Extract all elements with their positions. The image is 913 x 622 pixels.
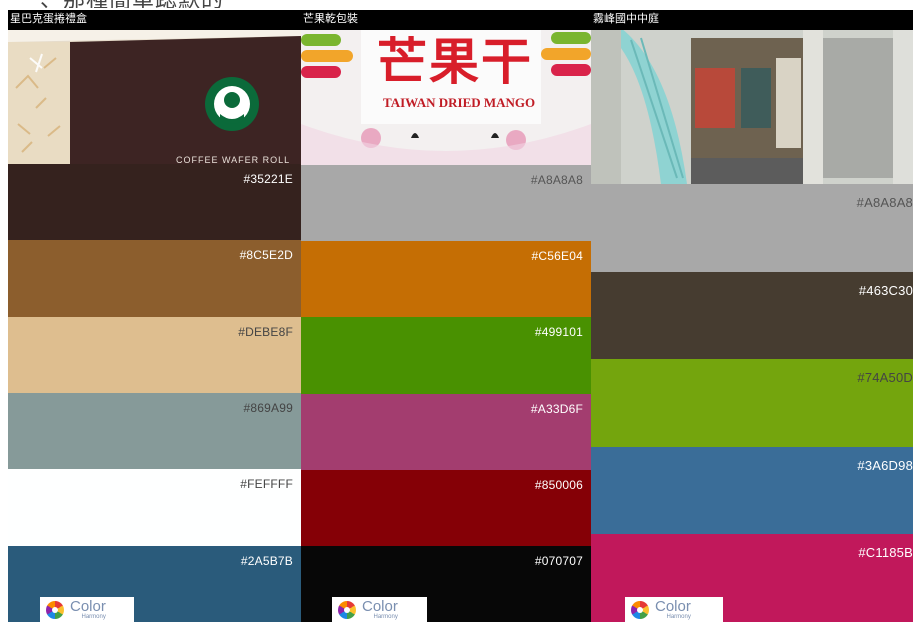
swatch-hex-label: #8C5E2D: [239, 248, 293, 263]
color-swatch[interactable]: #C56E04: [301, 241, 591, 318]
logo-word: Color: [655, 598, 691, 615]
swatch-hex-label: #499101: [534, 325, 583, 340]
swatch-hex-label: #869A99: [243, 400, 293, 415]
swatch-hex-label: #35221E: [243, 172, 293, 186]
color-swatch[interactable]: #499101: [301, 317, 591, 394]
panel-title: 霧峰國中中庭: [591, 10, 913, 30]
color-wheel-icon: [46, 600, 64, 619]
color-harmony-logo: Color Harmony: [40, 597, 134, 622]
top-caption: 、那種簡單跽默的: [40, 0, 224, 8]
color-wheel-icon: [338, 600, 356, 619]
color-swatch[interactable]: #A8A8A8: [591, 184, 913, 272]
color-wheel-icon: [631, 600, 649, 619]
swatch-hex-label: #A8A8A8: [856, 195, 913, 210]
color-swatch[interactable]: #74A50D: [591, 359, 913, 447]
color-harmony-logo: Color Harmony: [625, 597, 723, 622]
panel-title: 星巴克蛋捲禮盒: [8, 10, 301, 30]
panel-title: 芒果乾包裝: [301, 10, 591, 30]
color-swatch[interactable]: #A8A8A8: [301, 165, 591, 242]
color-swatch[interactable]: #3A6D98: [591, 446, 913, 535]
swatch-hex-label: #850006: [534, 477, 583, 492]
swatch-hex-label: #FEFFFF: [240, 477, 293, 492]
photo-label: COFFEE WAFER ROLL: [176, 155, 291, 164]
color-harmony-logo: Color Harmony: [332, 597, 427, 622]
swatch-hex-label: #A33D6F: [530, 401, 583, 416]
color-swatch[interactable]: #869A99: [8, 392, 301, 470]
palette-panel-mango: 芒果乾包裝 芒果干 TAIWAN DRIED MANGO #A8A8A8 #C56…: [301, 10, 591, 622]
swatch-list: #A8A8A8 #463C30 #74A50D #3A6D98 #C1185B: [591, 184, 913, 622]
swatch-list: #35221E #8C5E2D #DEBE8F #869A99 #FEFFFF #2A5B…: [8, 164, 301, 622]
color-swatch[interactable]: #463C30: [591, 271, 913, 360]
swatch-hex-label: #A8A8A8: [530, 173, 583, 187]
color-swatch[interactable]: #8C5E2D: [8, 240, 301, 317]
swatch-hex-label: #C56E04: [531, 249, 583, 264]
logo-word: Color: [362, 598, 398, 615]
color-swatch[interactable]: #DEBE8F: [8, 316, 301, 393]
swatch-hex-label: #070707: [534, 553, 583, 568]
swatch-hex-label: #2A5B7B: [240, 553, 293, 568]
photo-starbucks-box: [8, 28, 301, 164]
swatch-hex-label: #3A6D98: [857, 457, 913, 473]
swatch-hex-label: #74A50D: [857, 370, 913, 386]
swatch-hex-label: #C1185B: [858, 545, 913, 561]
swatch-list: #A8A8A8 #C56E04 #499101 #A33D6F #850006 #0707…: [301, 165, 591, 622]
source-photo[interactable]: COFFEE WAFER ROLL: [8, 28, 301, 164]
source-photo[interactable]: [591, 28, 913, 184]
swatch-hex-label: #DEBE8F: [238, 324, 293, 339]
page: 、那種簡單跽默的 星巴克蛋捲禮盒: [0, 0, 913, 622]
source-photo[interactable]: 芒果干 TAIWAN DRIED MANGO: [301, 28, 591, 165]
palette-panel-starbucks: 星巴克蛋捲禮盒 COFFEE WAFER ROLL #35221E #8C5E2…: [8, 10, 301, 622]
photo-courtyard: [591, 28, 913, 184]
photo-headline: 芒果干: [377, 32, 533, 91]
photo-label: TAIWAN DRIED MANGO: [383, 95, 536, 110]
palette-panel-courtyard: 霧峰國中中庭 #A8A8A8 #463C30 #74A50D #3A6D98 #…: [591, 10, 913, 622]
logo-word: Color: [70, 598, 106, 615]
color-swatch[interactable]: #FEFFFF: [8, 469, 301, 546]
color-swatch[interactable]: #850006: [301, 469, 591, 546]
swatch-hex-label: #463C30: [858, 282, 913, 298]
color-swatch[interactable]: #A33D6F: [301, 393, 591, 470]
color-swatch[interactable]: #35221E: [8, 164, 301, 241]
